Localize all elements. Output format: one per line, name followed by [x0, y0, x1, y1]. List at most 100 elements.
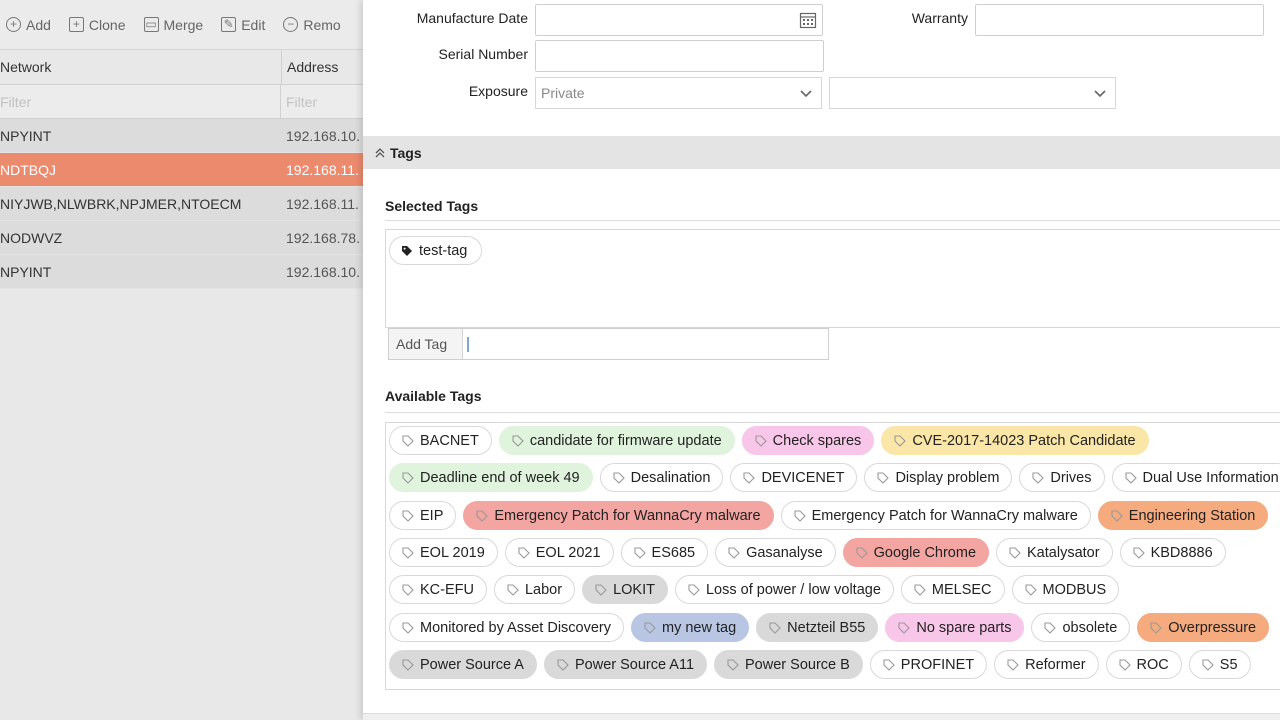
tag-icon	[877, 471, 890, 484]
divider	[385, 220, 1280, 221]
available-tags-area: BACNET candidate for firmware update Check…	[385, 422, 1280, 690]
available-tag-label: BACNET	[420, 432, 479, 449]
available-tag[interactable]: Desalination	[599, 463, 724, 492]
available-tag-label: Drives	[1050, 469, 1092, 486]
table-row-selected[interactable]: NDTBQJ 192.168.11.	[0, 153, 363, 187]
tags-section-header[interactable]: Tags	[363, 136, 1280, 169]
available-tag[interactable]: Reformer	[994, 650, 1099, 679]
add-button[interactable]: + Add	[6, 17, 51, 33]
available-tag[interactable]: CVE-2017-14023 Patch Candidate	[881, 426, 1149, 455]
available-tag[interactable]: Overpressure	[1137, 613, 1270, 642]
available-tag-label: Dual Use Information	[1142, 469, 1279, 486]
available-tag[interactable]: Display problem	[864, 463, 1013, 492]
available-tag[interactable]: Engineering Station	[1097, 501, 1269, 530]
available-tag[interactable]: ROC	[1105, 650, 1182, 679]
available-tag[interactable]: Google Chrome	[842, 538, 990, 567]
tag-icon	[633, 546, 646, 559]
column-header-address[interactable]: Address	[281, 50, 363, 84]
tag-icon	[595, 583, 607, 596]
available-tag[interactable]: LOKIT	[582, 575, 668, 604]
exposure-label: Exposure	[468, 83, 528, 99]
available-tag[interactable]: Dual Use Information	[1111, 463, 1280, 492]
exposure-secondary-select[interactable]	[829, 77, 1116, 109]
tag-icon	[1133, 546, 1145, 559]
tag-icon	[728, 546, 740, 559]
clone-label: Clone	[88, 16, 126, 33]
available-tag-label: Emergency Patch for WannaCry malware	[494, 507, 761, 524]
tag-icon	[1007, 658, 1019, 671]
available-tag[interactable]: Labor	[493, 575, 576, 604]
address-filter-input[interactable]: Filter	[281, 85, 363, 118]
tags-section-title: Tags	[390, 144, 422, 161]
available-tag[interactable]: BACNET	[389, 426, 492, 455]
available-tag[interactable]: Netzteil B55	[756, 613, 879, 642]
tag-icon	[402, 471, 414, 484]
network-filter-input[interactable]: Filter	[0, 85, 281, 118]
edit-button[interactable]: ✎ Edit	[221, 17, 265, 33]
available-tag-label: my new tag	[662, 619, 737, 636]
tag-icon	[1024, 583, 1037, 596]
available-tag[interactable]: EOL 2021	[504, 538, 614, 567]
collapse-icon	[375, 147, 385, 157]
available-tag[interactable]: Power Source A11	[543, 650, 708, 679]
calendar-icon[interactable]	[799, 11, 817, 29]
available-tag[interactable]: PROFINET	[869, 650, 988, 679]
table-row[interactable]: NPYINT 192.168.10.	[0, 119, 363, 153]
column-header-network[interactable]: Network	[0, 50, 281, 84]
available-tag[interactable]: DEVICENET	[730, 463, 858, 492]
tag-icon	[402, 245, 412, 256]
asset-list-panel: + Add + Clone ▭ Merge ✎ Edit − Remo Network A…	[0, 0, 363, 720]
available-tag-label: Emergency Patch for WannaCry malware	[811, 507, 1078, 524]
available-tag[interactable]: Katalysator	[996, 538, 1113, 567]
remove-button[interactable]: − Remo	[283, 17, 341, 33]
available-tag[interactable]: Check spares	[741, 426, 875, 455]
available-tag[interactable]: KBD8886	[1119, 538, 1226, 567]
tag-icon	[743, 471, 756, 484]
table-row[interactable]: NPYINT 192.168.10.	[0, 255, 363, 289]
available-tag[interactable]: MELSEC	[900, 575, 1005, 604]
available-tag[interactable]: S5	[1188, 650, 1251, 679]
available-tag[interactable]: Emergency Patch for WannaCry malware	[780, 501, 1091, 530]
available-tag[interactable]: candidate for firmware update	[498, 426, 735, 455]
tag-row: BACNET candidate for firmware update Check…	[389, 426, 1149, 455]
available-tag[interactable]: Emergency Patch for WannaCry malware	[463, 501, 774, 530]
available-tag-label: EIP	[420, 507, 444, 524]
merge-button[interactable]: ▭ Merge	[143, 17, 203, 33]
available-tag-label: KC-EFU	[420, 581, 474, 598]
available-tag[interactable]: Power Source A	[389, 650, 537, 679]
available-tag[interactable]: EOL 2019	[389, 538, 498, 567]
available-tag[interactable]: Deadline end of week 49	[389, 463, 593, 492]
table-row[interactable]: NODWVZ 192.168.78.	[0, 221, 363, 255]
available-tag[interactable]: Monitored by Asset Discovery	[389, 613, 624, 642]
available-tag[interactable]: Gasanalyse	[715, 538, 836, 567]
exposure-select[interactable]: Private	[535, 77, 822, 109]
available-tag-label: Overpressure	[1168, 619, 1257, 636]
asset-detail-panel: Manufacture Date Warranty Serial Number …	[363, 0, 1280, 720]
available-tag[interactable]: EIP	[389, 501, 457, 530]
tag-row: Power Source A Power Source A11 Power Sour…	[389, 650, 1251, 679]
tag-row: EIP Emergency Patch for WannaCry malware E…	[389, 501, 1269, 530]
selected-tag[interactable]: test-tag	[389, 236, 483, 265]
available-tag[interactable]: Drives	[1019, 463, 1105, 492]
table-row[interactable]: NIYJWB,NLWBRK,NPJMER,NTOECM 192.168.11.	[0, 187, 363, 221]
tag-icon	[769, 621, 781, 634]
warranty-field[interactable]	[975, 4, 1264, 36]
available-tag[interactable]: obsolete	[1031, 613, 1131, 642]
manufacture-date-field[interactable]	[535, 4, 823, 36]
available-tag[interactable]: Power Source B	[714, 650, 863, 679]
tag-icon	[755, 434, 767, 447]
tag-row: Deadline end of week 49 Desalination DEVIC…	[389, 463, 1280, 492]
add-tag-input[interactable]	[463, 329, 828, 359]
clone-button[interactable]: + Clone	[68, 16, 126, 33]
available-tag-label: PROFINET	[900, 656, 975, 673]
tag-icon	[1118, 658, 1131, 671]
tag-icon	[1044, 621, 1057, 634]
available-tag[interactable]: my new tag	[631, 613, 750, 642]
available-tag[interactable]: MODBUS	[1011, 575, 1120, 604]
available-tag[interactable]: No spare parts	[885, 613, 1025, 642]
manufacture-date-label: Manufacture Date	[416, 10, 528, 26]
serial-number-field[interactable]	[535, 40, 824, 72]
available-tag[interactable]: Loss of power / low voltage	[674, 575, 894, 604]
available-tag[interactable]: KC-EFU	[389, 575, 487, 604]
available-tag[interactable]: ES685	[620, 538, 709, 567]
